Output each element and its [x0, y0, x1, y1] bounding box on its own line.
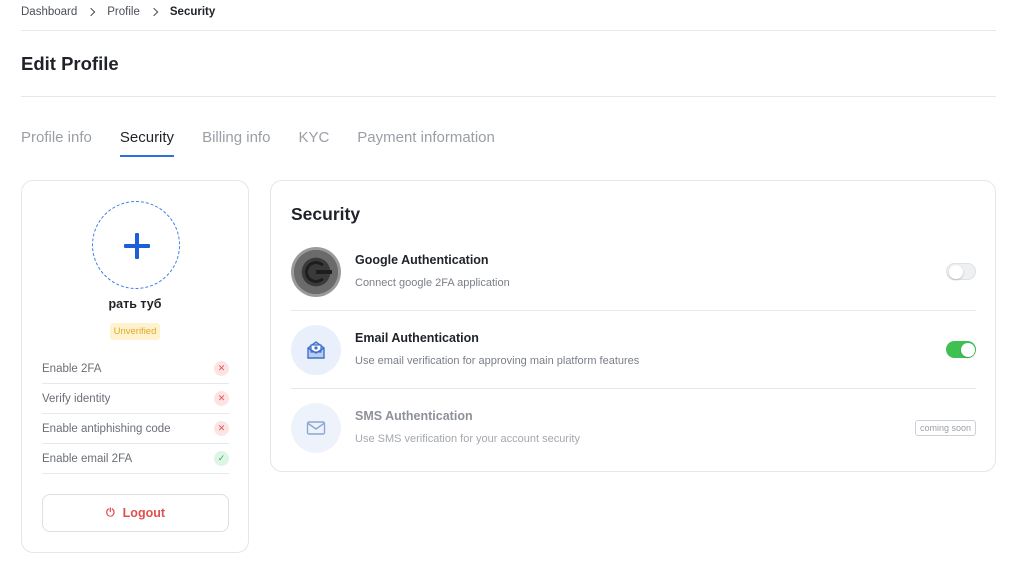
tab-security[interactable]: Security: [119, 129, 175, 159]
google-auth-toggle[interactable]: [946, 263, 976, 280]
breadcrumb: Dashboard Profile Security: [21, 5, 215, 19]
tab-payment-information[interactable]: Payment information: [357, 129, 495, 159]
tab-kyc[interactable]: KYC: [298, 129, 329, 159]
auth-method-description: Use SMS verification for your account se…: [355, 433, 580, 445]
security-card: Security Google Authentication Connect g…: [270, 180, 996, 472]
auth-method-description: Use email verification for approving mai…: [355, 355, 640, 367]
page-title: Edit Profile: [21, 53, 119, 74]
breadcrumb-profile[interactable]: Profile: [107, 6, 140, 18]
user-name: рать туб: [108, 297, 162, 311]
envelope-icon: [291, 403, 341, 453]
checklist-item-label: Verify identity: [42, 392, 111, 405]
security-checklist: Enable 2FA ✕ Verify identity ✕ Enable an…: [42, 354, 229, 474]
auth-method-description: Connect google 2FA application: [355, 277, 510, 289]
email-auth-row: Email Authentication Use email verificat…: [291, 311, 976, 389]
divider: [21, 30, 996, 31]
checklist-item: Verify identity ✕: [42, 384, 229, 414]
power-icon: ⏻: [105, 506, 115, 519]
divider: [21, 96, 996, 97]
status-badge: Unverified: [109, 323, 161, 340]
logout-label: Logout: [122, 506, 166, 520]
plus-icon-stroke: [135, 232, 139, 259]
checklist-item-label: Enable antiphishing code: [42, 422, 171, 435]
breadcrumb-dashboard[interactable]: Dashboard: [21, 6, 77, 18]
section-title: Security: [291, 204, 361, 224]
auth-method-title: SMS Authentication: [355, 409, 473, 423]
checklist-item: Enable antiphishing code ✕: [42, 414, 229, 444]
email-icon: [291, 325, 341, 375]
tab-bar: Profile info Security Billing info KYC P…: [21, 129, 523, 159]
cross-icon: ✕: [214, 361, 229, 376]
breadcrumb-current: Security: [169, 6, 216, 18]
checklist-item: Enable 2FA ✕: [42, 354, 229, 384]
cross-icon: ✕: [214, 421, 229, 436]
cross-icon: ✕: [214, 391, 229, 406]
chevron-right-icon: [149, 7, 159, 17]
coming-soon-badge: coming soon: [914, 420, 976, 436]
chevron-right-icon: [87, 7, 96, 17]
auth-method-title: Google Authentication: [355, 253, 489, 267]
tab-billing-info[interactable]: Billing info: [202, 129, 270, 159]
google-auth-row: Google Authentication Connect google 2FA…: [291, 233, 976, 311]
checklist-item-label: Enable email 2FA: [42, 452, 133, 465]
checklist-item: Enable email 2FA ✓: [42, 444, 229, 474]
profile-card: рать туб Unverified Enable 2FA ✕ Verify …: [21, 180, 249, 553]
email-auth-toggle[interactable]: [946, 341, 976, 358]
logout-button[interactable]: ⏻ Logout: [42, 494, 229, 532]
tab-profile-info[interactable]: Profile info: [21, 129, 92, 159]
auth-method-title: Email Authentication: [355, 331, 479, 345]
google-authenticator-icon: [291, 247, 341, 297]
check-icon: ✓: [214, 451, 229, 466]
status-badge-wrap: Unverified: [22, 321, 248, 340]
avatar-upload-button[interactable]: [92, 201, 180, 289]
checklist-item-label: Enable 2FA: [42, 362, 102, 375]
sms-auth-row: SMS Authentication Use SMS verification …: [291, 389, 976, 467]
